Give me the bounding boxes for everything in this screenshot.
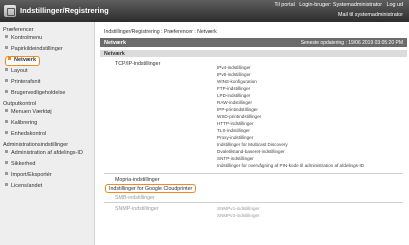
mopria-settings-link[interactable]: Mopria-indstillinger bbox=[115, 177, 159, 183]
sidebar-item-user-maintenance[interactable]: Brugervedligeholdelse bbox=[5, 89, 65, 97]
bullet-icon bbox=[5, 68, 8, 71]
tcpip-settings-link[interactable]: TCP/IP-indstillinger bbox=[115, 61, 160, 67]
http-settings-link[interactable]: HTTP-indstillinger bbox=[217, 121, 254, 126]
smb-settings-link[interactable]: SMB-indstillinger bbox=[115, 195, 155, 201]
sidebar-section-admin: Administrationsindstillinger bbox=[3, 142, 69, 148]
bullet-icon bbox=[5, 120, 8, 123]
ipv6-settings-link[interactable]: IPv6-indstillinger bbox=[217, 72, 251, 77]
sidebar-item-import-export[interactable]: Import/Eksportér bbox=[5, 171, 52, 179]
bullet-icon bbox=[5, 150, 8, 153]
wins-settings-link[interactable]: WINS-konfiguration bbox=[217, 79, 257, 84]
bullet-icon bbox=[5, 79, 8, 82]
sidebar-item-paper-source[interactable]: Papirkildeindstillinger bbox=[5, 45, 63, 53]
logout-link[interactable]: Log ud bbox=[387, 2, 404, 8]
divider bbox=[104, 173, 403, 174]
bullet-icon bbox=[5, 46, 8, 49]
snmp-settings-link[interactable]: SNMP-indstillinger bbox=[115, 206, 159, 212]
title-bar: Indstillinger/Registrering Til portal Lo… bbox=[0, 0, 409, 22]
bullet-icon bbox=[5, 161, 8, 164]
sidebar-item-network[interactable]: Netværk bbox=[5, 56, 40, 66]
sidebar-item-license[interactable]: Licens/andet bbox=[5, 182, 42, 190]
settings-updated: Seneste opdatering : 19/06 2019 03:05:20… bbox=[300, 39, 403, 46]
pin-monitor-settings-link[interactable]: Indstillinger for overvågning af PIN-kod… bbox=[217, 163, 364, 168]
sidebar-section-output-control: Outputkontrol bbox=[3, 101, 37, 107]
portal-link[interactable]: Til portal bbox=[274, 2, 294, 8]
sidebar-item-control-menu[interactable]: Kontrolmenu bbox=[5, 34, 42, 42]
wsd-settings-link[interactable]: WSD-printindstillinger bbox=[217, 114, 261, 119]
section-header: Netværk bbox=[100, 50, 407, 57]
ftp-settings-link[interactable]: FTP-indstillinger bbox=[217, 86, 250, 91]
ipp-settings-link[interactable]: IPP-printindstillinger bbox=[217, 107, 258, 112]
sidebar-item-device-control[interactable]: Enhedskontrol bbox=[5, 130, 46, 138]
bullet-icon bbox=[5, 90, 8, 93]
sidebar-item-security[interactable]: Sikkerhed bbox=[5, 160, 35, 168]
main-content: Indstillinger/Registrering : Præferencer… bbox=[100, 22, 409, 245]
divider bbox=[104, 202, 403, 203]
bullet-icon bbox=[5, 109, 8, 112]
bullet-icon bbox=[5, 131, 8, 134]
bullet-icon bbox=[5, 35, 8, 38]
raw-settings-link[interactable]: RAW-indstillinger bbox=[217, 100, 252, 105]
login-user-label: Login-bruger: Systemadministrator bbox=[299, 2, 382, 8]
settings-app-icon bbox=[4, 5, 16, 17]
page-title: Netværk bbox=[104, 39, 127, 46]
proxy-settings-link[interactable]: Proxy-indstillinger bbox=[217, 135, 253, 140]
sidebar-item-tools-menu[interactable]: Menuen Værktøj bbox=[5, 108, 52, 116]
sidebar-item-calibration[interactable]: Kalibrering bbox=[5, 119, 37, 127]
snmpv3-settings-link[interactable]: SNMPv3-indstillinger bbox=[217, 213, 260, 218]
sidebar-section-preferences: Præferencer bbox=[3, 27, 34, 33]
google-cloudprint-settings-link[interactable]: Indstillinger for Google Cloudprinter bbox=[105, 184, 197, 193]
bullet-icon bbox=[8, 57, 11, 60]
sntp-settings-link[interactable]: SNTP-indstillinger bbox=[217, 156, 254, 161]
sidebar: Præferencer Kontrolmenu Papirkildeindsti… bbox=[0, 22, 95, 245]
sleep-settings-link[interactable]: Dvaletilstand-baseret-indstillinger bbox=[217, 149, 285, 154]
tls-settings-link[interactable]: TLS-indstillinger bbox=[217, 128, 250, 133]
page-title-bar: Netværk Seneste opdatering : 19/06 2019 … bbox=[100, 38, 407, 47]
snmpv1-settings-link[interactable]: SNMPv1-indstillinger bbox=[217, 206, 260, 211]
sidebar-item-layout[interactable]: Layout bbox=[5, 67, 28, 75]
ipv4-settings-link[interactable]: IPv4-indstillinger bbox=[217, 65, 251, 70]
app-title: Indstillinger/Registrering bbox=[20, 6, 109, 15]
sidebar-item-printer[interactable]: Printerafsnit bbox=[5, 78, 40, 86]
bullet-icon bbox=[5, 183, 8, 186]
lpd-settings-link[interactable]: LPD-indstillinger bbox=[217, 93, 250, 98]
bullet-icon bbox=[5, 172, 8, 175]
multicast-settings-link[interactable]: Indstillinger for Multicast Discovery bbox=[217, 142, 288, 147]
mail-admin-link[interactable]: Mail til systemadministrator bbox=[338, 12, 403, 18]
breadcrumb: Indstillinger/Registrering : Præferencer… bbox=[104, 29, 217, 35]
sidebar-item-dept-id[interactable]: Administration af afdelings-ID bbox=[5, 149, 83, 157]
top-links: Til portal Login-bruger: Systemadministr… bbox=[271, 2, 403, 8]
